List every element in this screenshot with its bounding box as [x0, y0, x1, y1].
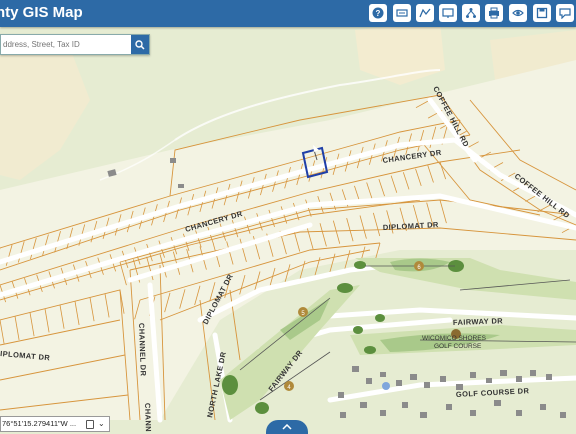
chevron-up-icon	[282, 424, 292, 430]
layers-button[interactable]	[509, 4, 527, 22]
help-icon: ?	[372, 7, 384, 19]
identify-icon	[442, 8, 454, 18]
search-button[interactable]	[131, 35, 149, 54]
measure-button[interactable]	[416, 4, 434, 22]
layers-icon	[512, 9, 524, 17]
golf-course-label: GOLF COURSE	[434, 343, 482, 350]
print-button[interactable]	[485, 4, 503, 22]
comment-icon	[559, 8, 571, 19]
help-button[interactable]: ?	[369, 4, 387, 22]
coordinate-text: 76°51'15.279411"W ...	[2, 419, 77, 428]
search-icon	[135, 39, 145, 50]
save-icon	[536, 7, 548, 19]
map-tools-icon	[396, 9, 408, 17]
search-box	[0, 34, 150, 55]
network-button[interactable]	[462, 4, 480, 22]
street-label: CHANNE	[143, 403, 153, 432]
chevron-down-icon[interactable]: ⌄	[98, 417, 105, 431]
measure-icon	[419, 8, 431, 18]
save-button[interactable]	[533, 4, 551, 22]
app-title: nty GIS Map	[0, 4, 83, 21]
svg-text:?: ?	[376, 9, 381, 18]
street-label: CHANNEL DR	[137, 323, 148, 377]
street-label: FAIRWAY DR	[453, 316, 504, 327]
print-icon	[489, 7, 499, 19]
network-icon	[466, 8, 476, 18]
golf-course-label: WICOMICO SHORES	[422, 335, 487, 342]
app-header: nty GIS Map ?	[0, 0, 576, 27]
pool	[382, 382, 390, 390]
coordinate-readout: 76°51'15.279411"W ... ⌄	[0, 416, 110, 432]
comment-button[interactable]	[556, 4, 574, 22]
map-tools-button[interactable]	[393, 4, 411, 22]
identify-button[interactable]	[439, 4, 457, 22]
search-input[interactable]	[1, 35, 129, 54]
copy-icon[interactable]	[86, 420, 94, 429]
map-canvas[interactable]: 6 5 4 CHANCERY DR CHANCERY DR COFFEE HIL…	[0, 0, 576, 432]
